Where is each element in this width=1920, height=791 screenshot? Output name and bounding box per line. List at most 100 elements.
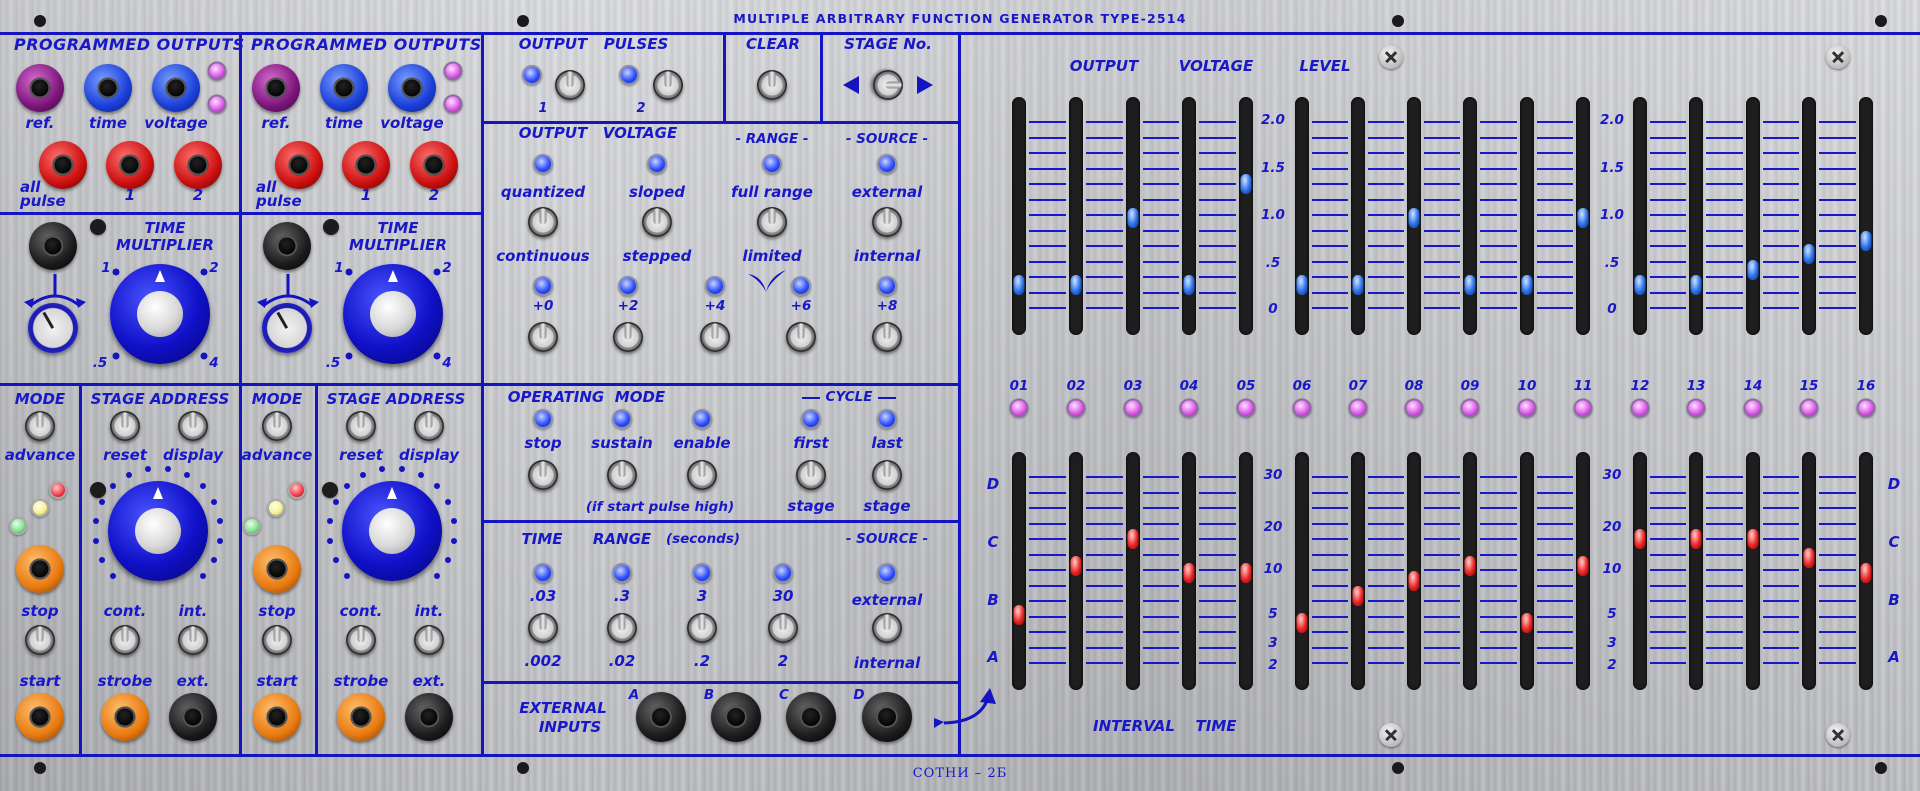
pulse-all-jack[interactable] xyxy=(275,141,323,189)
voltage-slider-track[interactable] xyxy=(1239,97,1253,335)
voltage-slider-cap[interactable] xyxy=(1296,274,1308,295)
offset-switch[interactable] xyxy=(872,322,902,352)
int-ext-switch[interactable] xyxy=(178,625,208,655)
voltage-slider-cap[interactable] xyxy=(1070,274,1082,295)
voltage-slider-track[interactable] xyxy=(1069,97,1083,335)
voltage-slider-cap[interactable] xyxy=(1634,274,1646,295)
last-stage-switch[interactable] xyxy=(872,460,902,490)
time-slider-track[interactable] xyxy=(1126,452,1140,690)
ref-output-jack[interactable] xyxy=(16,64,64,112)
reset-switch[interactable] xyxy=(346,411,376,441)
voltage-slider-cap[interactable] xyxy=(1747,259,1759,280)
strobe-jack[interactable] xyxy=(337,693,385,741)
time-slider-track[interactable] xyxy=(1746,452,1760,690)
enable-switch[interactable] xyxy=(687,460,717,490)
offset-switch[interactable] xyxy=(700,322,730,352)
time-slider-track[interactable] xyxy=(1295,452,1309,690)
stop-jack[interactable] xyxy=(16,545,64,593)
time-multiplier-fine-knob[interactable] xyxy=(28,303,78,353)
time-slider-cap[interactable] xyxy=(1521,612,1533,633)
stage-address-knob[interactable] xyxy=(342,481,442,581)
external-input-c-jack[interactable] xyxy=(786,692,836,742)
voltage-slider-cap[interactable] xyxy=(1464,274,1476,295)
voltage-slider-track[interactable] xyxy=(1182,97,1196,335)
voltage-slider-track[interactable] xyxy=(1012,97,1026,335)
mode-advance-switch[interactable] xyxy=(262,411,292,441)
first-stage-switch[interactable] xyxy=(796,460,826,490)
ext-jack[interactable] xyxy=(405,693,453,741)
offset-switch[interactable] xyxy=(528,322,558,352)
stop-switch[interactable] xyxy=(528,460,558,490)
pulse-2-jack[interactable] xyxy=(410,141,458,189)
voltage-slider-cap[interactable] xyxy=(1352,274,1364,295)
voltage-slider-track[interactable] xyxy=(1859,97,1873,335)
time-slider-cap[interactable] xyxy=(1408,570,1420,591)
voltage-slider-cap[interactable] xyxy=(1013,274,1025,295)
voltage-slider-cap[interactable] xyxy=(1183,274,1195,295)
pulse-1-jack[interactable] xyxy=(342,141,390,189)
voltage-slider-cap[interactable] xyxy=(1803,244,1815,265)
voltage-output-jack[interactable] xyxy=(152,64,200,112)
voltage-slider-track[interactable] xyxy=(1463,97,1477,335)
offset-switch[interactable] xyxy=(613,322,643,352)
time-range-switch[interactable] xyxy=(768,613,798,643)
time-multiplier-cv-jack[interactable] xyxy=(263,222,311,270)
sustain-switch[interactable] xyxy=(607,460,637,490)
voltage-slider-cap[interactable] xyxy=(1240,174,1252,194)
external-input-b-jack[interactable] xyxy=(711,692,761,742)
time-source-switch[interactable] xyxy=(872,613,902,643)
cont-strobe-switch[interactable] xyxy=(346,625,376,655)
quantized-continuous-switch[interactable] xyxy=(528,207,558,237)
external-input-d-jack[interactable] xyxy=(862,692,912,742)
stage-address-knob[interactable] xyxy=(108,481,208,581)
voltage-slider-track[interactable] xyxy=(1351,97,1365,335)
stop-jack[interactable] xyxy=(253,545,301,593)
voltage-slider-cap[interactable] xyxy=(1127,208,1139,229)
time-slider-track[interactable] xyxy=(1351,452,1365,690)
time-output-jack[interactable] xyxy=(84,64,132,112)
time-multiplier-fine-knob[interactable] xyxy=(262,303,312,353)
time-slider-cap[interactable] xyxy=(1803,548,1815,568)
start-jack[interactable] xyxy=(16,693,64,741)
pulse-2-jack[interactable] xyxy=(174,141,222,189)
time-slider-cap[interactable] xyxy=(1183,563,1195,584)
time-slider-cap[interactable] xyxy=(1070,555,1082,576)
time-range-switch[interactable] xyxy=(687,613,717,643)
voltage-output-jack[interactable] xyxy=(388,64,436,112)
ext-jack[interactable] xyxy=(169,693,217,741)
time-output-jack[interactable] xyxy=(320,64,368,112)
pulse-2-switch[interactable] xyxy=(653,70,683,100)
voltage-slider-cap[interactable] xyxy=(1408,208,1420,229)
time-slider-cap[interactable] xyxy=(1127,529,1139,549)
start-jack[interactable] xyxy=(253,693,301,741)
time-slider-track[interactable] xyxy=(1802,452,1816,690)
voltage-slider-track[interactable] xyxy=(1520,97,1534,335)
voltage-slider-track[interactable] xyxy=(1633,97,1647,335)
pulse-1-jack[interactable] xyxy=(106,141,154,189)
time-range-switch[interactable] xyxy=(607,613,637,643)
stop-start-switch[interactable] xyxy=(262,625,292,655)
time-range-switch[interactable] xyxy=(528,613,558,643)
voltage-slider-cap[interactable] xyxy=(1690,274,1702,295)
time-slider-cap[interactable] xyxy=(1464,555,1476,576)
stop-start-switch[interactable] xyxy=(25,625,55,655)
time-slider-track[interactable] xyxy=(1633,452,1647,690)
clear-switch[interactable] xyxy=(757,70,787,100)
voltage-slider-cap[interactable] xyxy=(1521,274,1533,295)
voltage-slider-track[interactable] xyxy=(1746,97,1760,335)
voltage-source-switch[interactable] xyxy=(872,207,902,237)
external-input-a-jack[interactable] xyxy=(636,692,686,742)
voltage-slider-track[interactable] xyxy=(1802,97,1816,335)
voltage-slider-cap[interactable] xyxy=(1860,231,1872,251)
time-slider-cap[interactable] xyxy=(1634,529,1646,549)
time-slider-cap[interactable] xyxy=(1747,529,1759,549)
voltage-slider-cap[interactable] xyxy=(1577,208,1589,229)
sloped-stepped-switch[interactable] xyxy=(642,207,672,237)
cont-strobe-switch[interactable] xyxy=(110,625,140,655)
voltage-slider-track[interactable] xyxy=(1689,97,1703,335)
time-slider-cap[interactable] xyxy=(1352,586,1364,606)
time-slider-cap[interactable] xyxy=(1013,605,1025,625)
int-ext-switch[interactable] xyxy=(414,625,444,655)
time-multiplier-knob[interactable] xyxy=(343,264,443,364)
display-switch[interactable] xyxy=(414,411,444,441)
